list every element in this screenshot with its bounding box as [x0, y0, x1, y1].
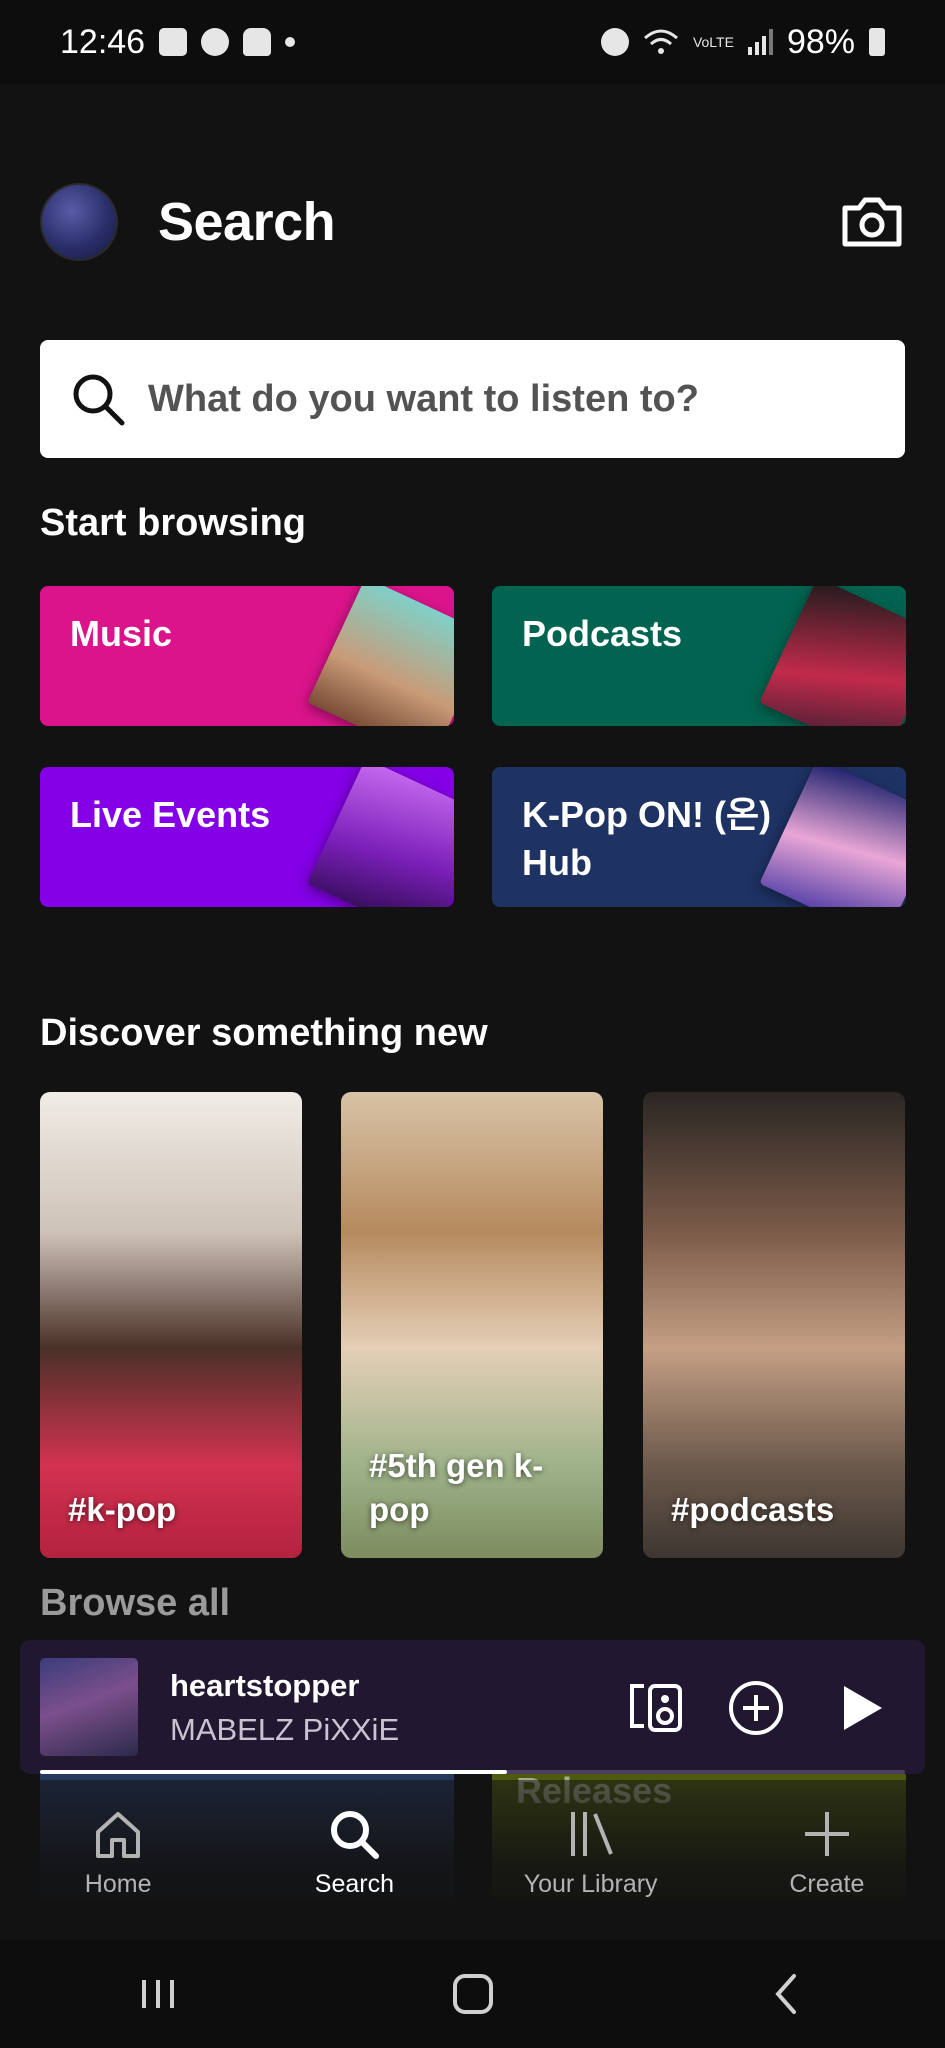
- tile-label: K-Pop ON! (온) Hub: [522, 794, 772, 883]
- search-placeholder: What do you want to listen to?: [148, 377, 699, 420]
- discover-card-label: #5th gen k-pop: [369, 1447, 544, 1528]
- nav-label: Search: [314, 1870, 394, 1898]
- camera-icon[interactable]: [839, 192, 905, 252]
- signal-icon: [747, 29, 773, 55]
- nav-label: Your Library: [523, 1870, 658, 1898]
- discover-card-kpop[interactable]: #k-pop: [40, 1092, 302, 1558]
- now-playing-artwork: [40, 1658, 138, 1756]
- search-icon: [73, 374, 125, 426]
- nav-home[interactable]: Home: [0, 1780, 236, 1940]
- home-button-icon[interactable]: [447, 1968, 499, 2020]
- mini-player[interactable]: heartstopper MABELZ PiXXiE: [20, 1640, 925, 1774]
- battery-icon: [869, 28, 885, 56]
- nav-label: Create: [789, 1870, 865, 1898]
- live-events-tile-artwork: [307, 767, 454, 907]
- profile-avatar[interactable]: [40, 183, 118, 261]
- volte-icon: VoLTE: [692, 34, 734, 50]
- playback-progress-bar: [40, 1770, 905, 1774]
- clock: 12:46: [60, 22, 146, 61]
- kpop-hub-tile-artwork: [759, 767, 906, 907]
- more-notifications-icon: [285, 37, 296, 47]
- cat-app-notification-icon: [243, 28, 272, 56]
- wifi-icon: [643, 29, 678, 54]
- page-title: Search: [158, 192, 336, 252]
- library-icon: [570, 1812, 613, 1856]
- music-tile[interactable]: Music: [40, 586, 454, 726]
- plus-icon: [804, 1812, 849, 1856]
- search-header: Search: [40, 182, 905, 262]
- home-icon: [96, 1812, 141, 1858]
- search-input[interactable]: What do you want to listen to?: [40, 340, 905, 458]
- bottom-navigation: Home Search Your Library Create: [0, 1780, 945, 1940]
- discover-card-podcasts[interactable]: #podcasts: [643, 1092, 905, 1558]
- nav-your-library[interactable]: Your Library: [473, 1780, 709, 1940]
- gallery-notification-icon: [159, 28, 188, 56]
- add-to-library-icon[interactable]: [726, 1678, 786, 1738]
- discover-card-5th-gen-kpop[interactable]: #5th gen k-pop: [341, 1092, 603, 1558]
- battery-percent: 98%: [786, 22, 855, 61]
- now-playing-title: heartstopper: [170, 1668, 360, 1703]
- tile-label: Music: [70, 613, 173, 654]
- discover-title: Discover something new: [40, 1012, 488, 1054]
- tile-label: Podcasts: [522, 613, 683, 654]
- nav-create[interactable]: Create: [709, 1780, 945, 1940]
- browse-all-title: Browse all: [40, 1582, 231, 1624]
- connect-device-icon[interactable]: [626, 1678, 686, 1738]
- nav-label: Home: [84, 1870, 152, 1898]
- playback-progress-fill: [40, 1770, 508, 1774]
- recent-apps-icon[interactable]: [132, 1968, 184, 2020]
- system-navigation-bar: [0, 1940, 945, 2048]
- alarm-icon: [600, 28, 629, 56]
- live-events-tile[interactable]: Live Events: [40, 767, 454, 907]
- discover-card-label: #k-pop: [68, 1491, 177, 1528]
- status-bar: 12:46 VoLTE 98%: [0, 0, 945, 84]
- play-icon[interactable]: [830, 1678, 890, 1738]
- discover-card-label: #podcasts: [671, 1491, 835, 1528]
- nav-search[interactable]: Search: [236, 1780, 472, 1940]
- music-tile-artwork: [307, 586, 454, 726]
- back-icon[interactable]: [762, 1968, 814, 2020]
- search-icon: [331, 1811, 380, 1859]
- messenger-notification-icon: [201, 28, 230, 56]
- kpop-hub-tile[interactable]: K-Pop ON! (온) Hub: [492, 767, 906, 907]
- start-browsing-title: Start browsing: [40, 502, 307, 544]
- tile-label: Live Events: [70, 794, 271, 835]
- podcasts-tile[interactable]: Podcasts: [492, 586, 906, 726]
- podcasts-tile-artwork: [759, 586, 906, 726]
- now-playing-artist: MABELZ PiXXiE: [170, 1712, 400, 1747]
